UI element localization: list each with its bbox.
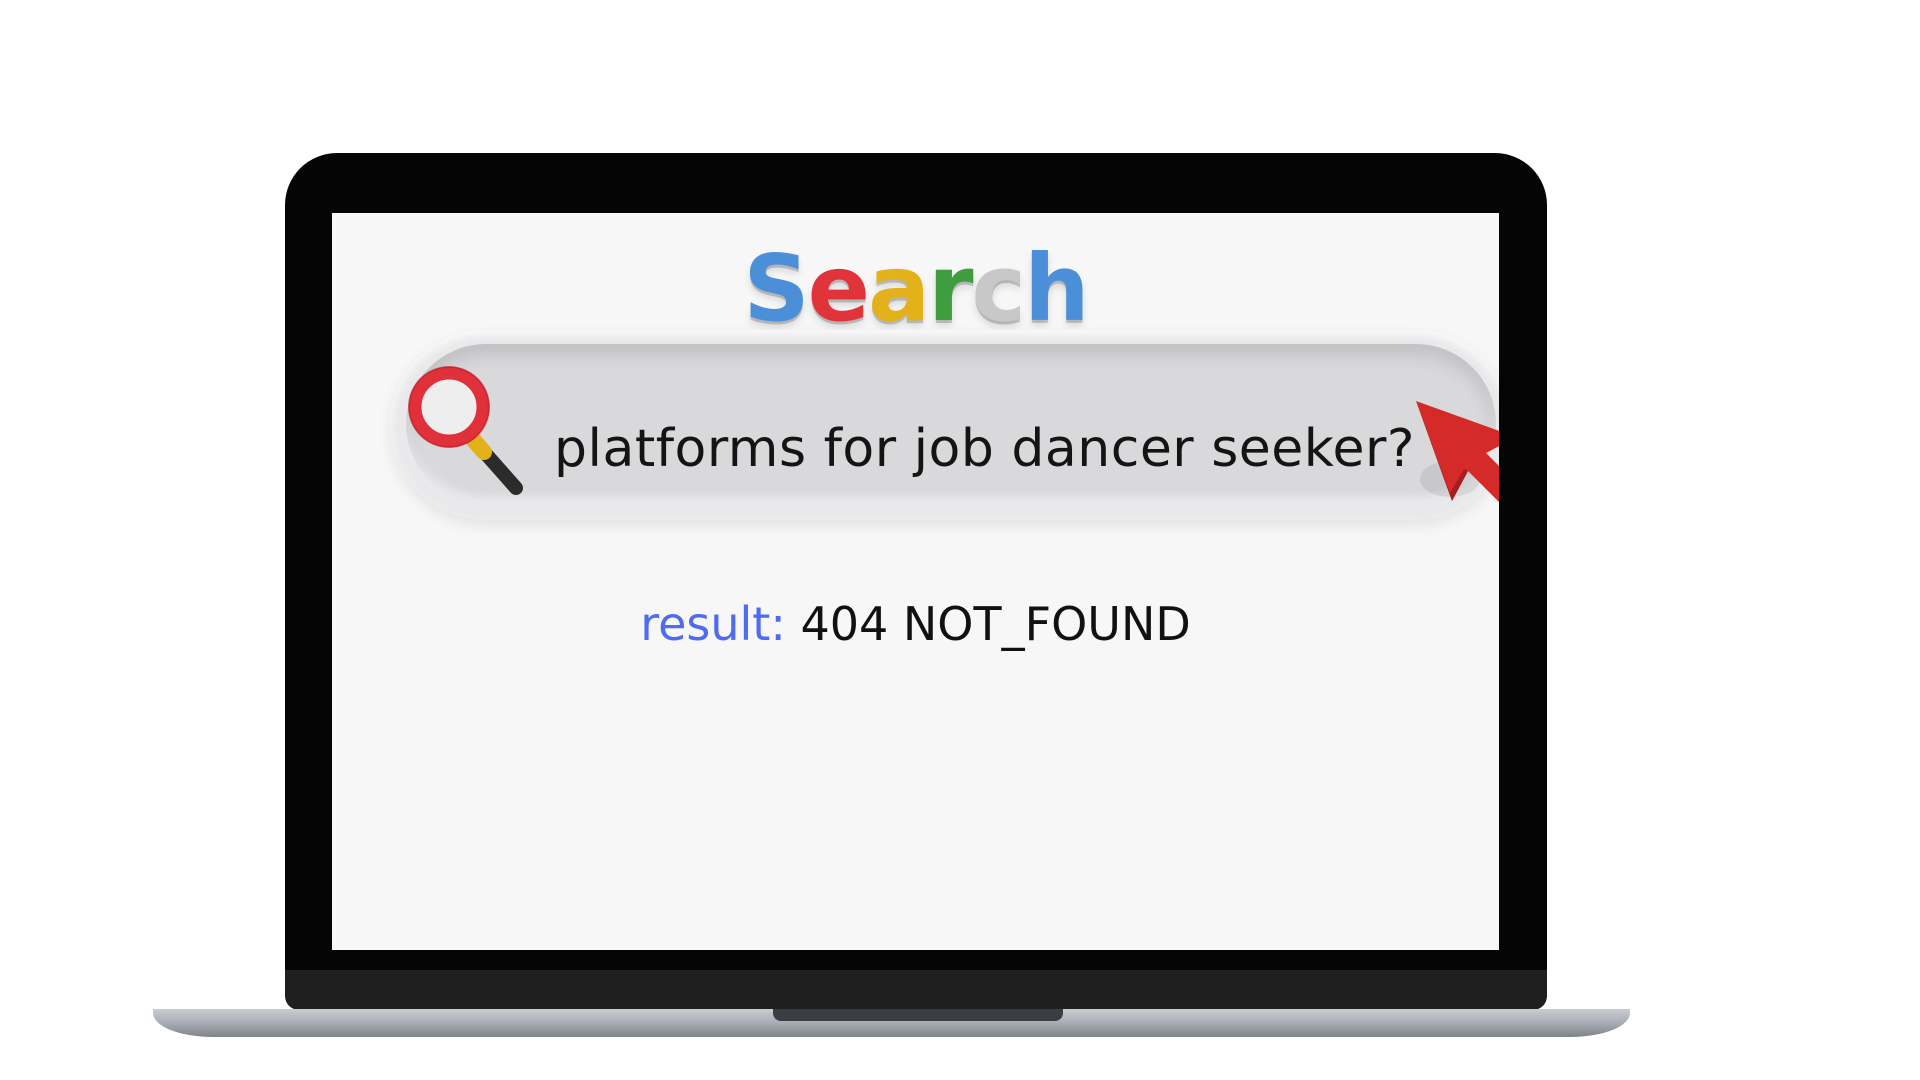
result-line: result: 404 NOT_FOUND <box>332 597 1499 651</box>
logo-letter-c: c <box>971 235 1027 342</box>
logo-letter-r: r <box>928 235 973 342</box>
search-query-text[interactable]: platforms for job dancer seeker? <box>554 419 1415 479</box>
logo-letter-a: a <box>868 235 930 342</box>
logo-letter-e: e <box>807 235 870 342</box>
logo-letter-s: S <box>743 235 809 342</box>
laptop-bezel-chin <box>285 970 1547 1010</box>
search-icon[interactable] <box>404 362 534 502</box>
logo-letter-h: h <box>1024 235 1089 342</box>
search-logo: Search <box>332 243 1499 335</box>
result-value: 404 NOT_FOUND <box>800 597 1191 651</box>
pointer-arrow-icon <box>1416 401 1499 502</box>
laptop-illustration: Search platforms for job dancer seeker? … <box>0 0 1920 1080</box>
laptop-screen: Search platforms for job dancer seeker? … <box>332 213 1499 950</box>
result-label: result: <box>640 597 786 651</box>
laptop-hinge-notch <box>773 1009 1063 1021</box>
